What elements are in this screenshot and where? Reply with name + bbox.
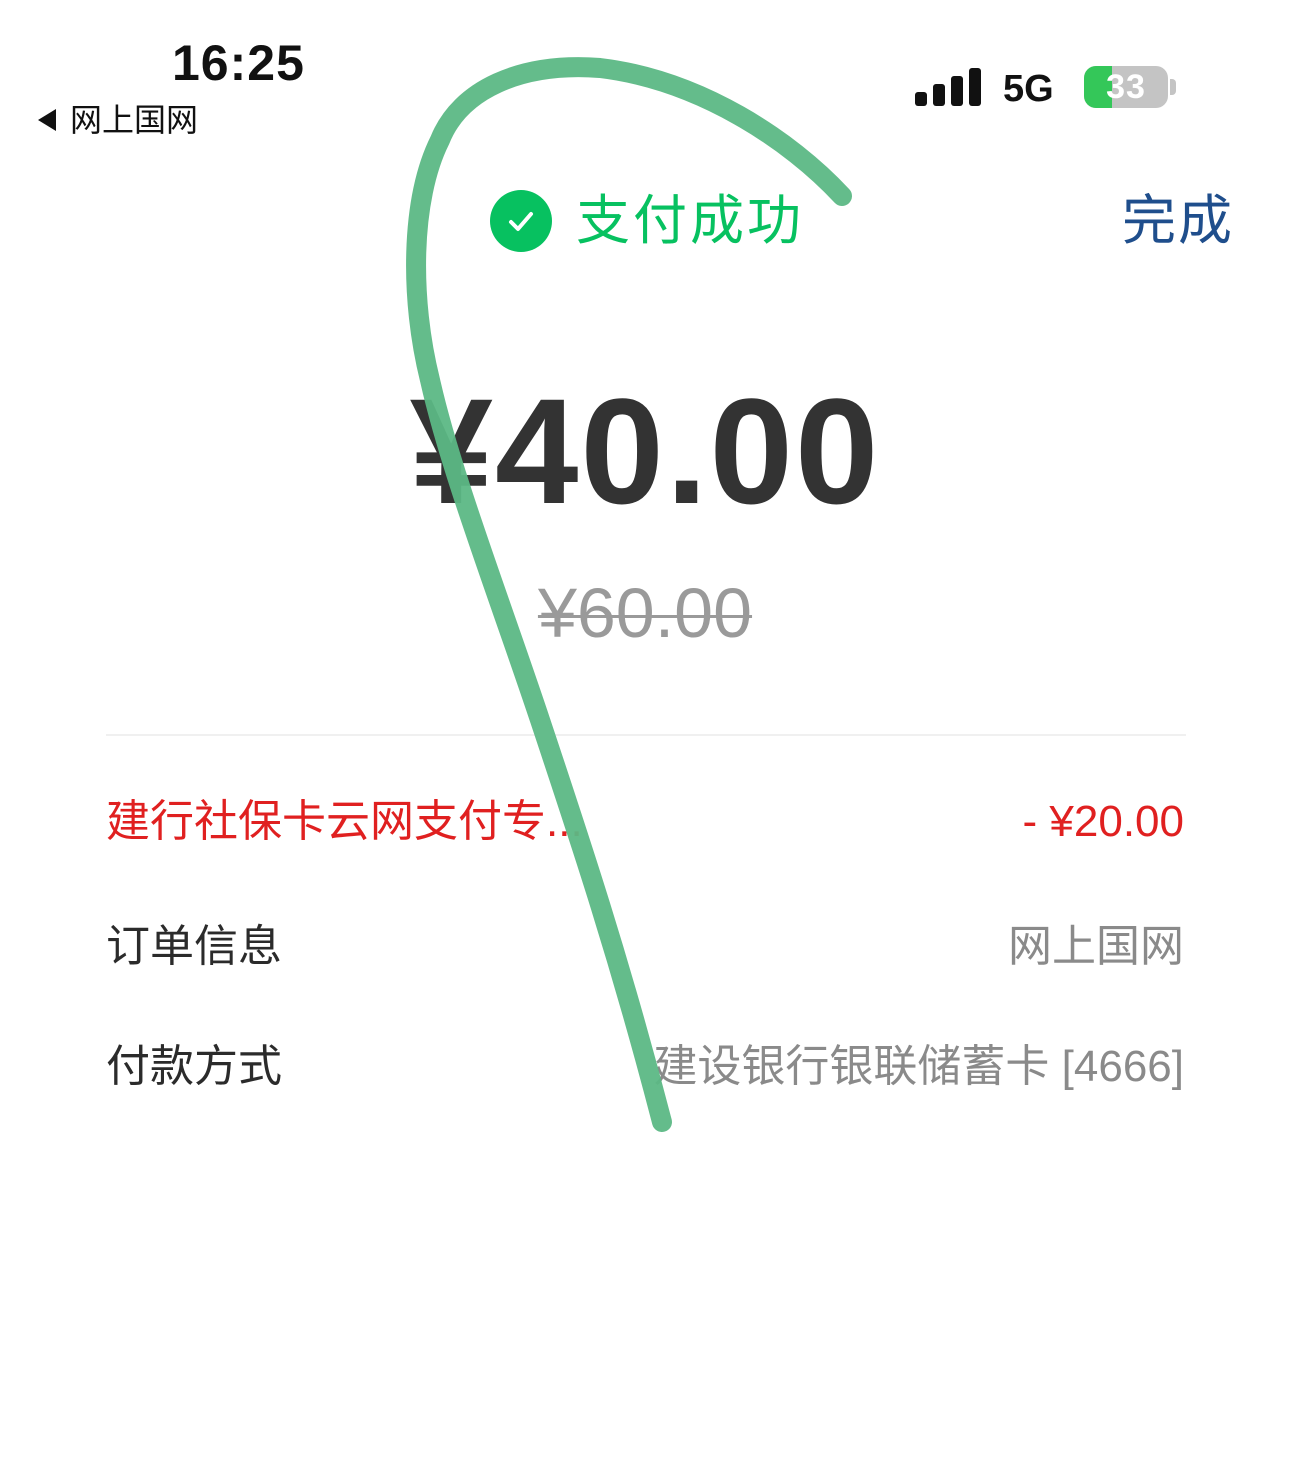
paid-amount: ¥40.00 [409, 367, 881, 535]
payment-status: 支付成功 [490, 190, 804, 252]
order-info-value: 网上国网 [1008, 922, 1184, 971]
discount-label: 建行社保卡云网支付专... [106, 797, 583, 846]
payment-status-text: 支付成功 [576, 191, 804, 251]
divider [106, 734, 1186, 736]
payment-method-label: 付款方式 [106, 1042, 282, 1091]
order-info-label: 订单信息 [106, 922, 282, 971]
back-arrow-icon [38, 109, 56, 131]
done-button[interactable]: 完成 [1122, 194, 1234, 248]
status-time: 16:25 [172, 35, 305, 91]
discount-value: - ¥20.00 [1022, 797, 1184, 846]
battery-level-text: 33 [1106, 67, 1146, 106]
back-app-label: 网上国网 [70, 102, 199, 138]
network-type: 5G [1003, 68, 1054, 110]
cellular-signal-icon [915, 66, 981, 106]
battery-icon: 33 [1084, 66, 1168, 108]
success-check-icon [490, 190, 552, 252]
payment-method-value: 建设银行银联储蓄卡 [4666] [653, 1042, 1184, 1091]
back-to-app-button[interactable]: 网上国网 [38, 104, 198, 136]
original-amount-text: ¥60.00 [537, 574, 753, 652]
battery-cap [1170, 79, 1176, 95]
original-amount: ¥60.00 [0, 578, 1290, 648]
